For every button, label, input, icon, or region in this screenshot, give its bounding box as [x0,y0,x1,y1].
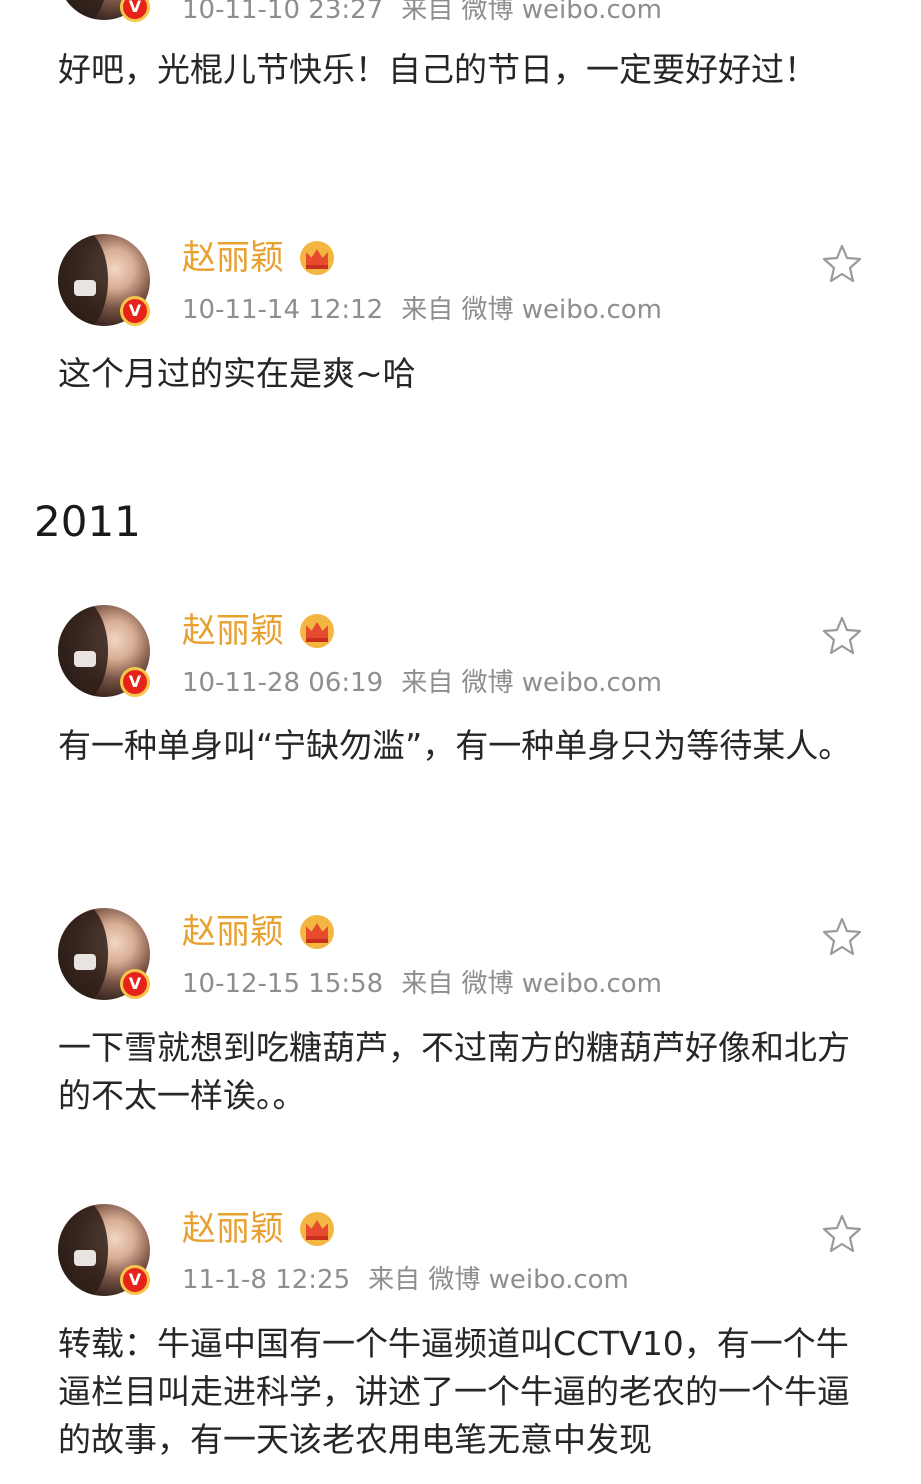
post-source[interactable]: 来自 微博 weibo.com [368,1265,629,1295]
vip-crown-icon [300,614,334,648]
author-name[interactable]: 赵丽颖 [182,611,284,651]
post-text: 这个月过的实在是爽~哈 [58,354,416,393]
verified-badge-icon: V [120,667,150,697]
favorite-star-icon[interactable] [822,243,862,283]
vip-crown-icon [300,1212,334,1246]
vip-crown-icon [300,241,334,275]
verified-badge-icon: V [120,0,150,22]
favorite-star-icon[interactable] [822,1213,862,1253]
verified-badge-icon: V [120,969,150,999]
post-time: 10-12-15 15:58 [182,969,384,999]
post-text: 好吧，光棍儿节快乐！自己的节日，一定要好好过！ [58,50,817,89]
post-meta: 11-1-8 12:25 来自 微博 weibo.com [182,1264,629,1296]
author-name[interactable]: 赵丽颖 [182,238,284,278]
post-source[interactable]: 来自 微博 weibo.com [401,295,662,325]
post-meta: 10-12-15 15:58 来自 微博 weibo.com [182,968,662,1000]
post-meta: 10-11-10 23:27 来自 微博 weibo.com [182,0,662,26]
post-text: 一下雪就想到吃糖葫芦，不过南方的糖葫芦好像和北方的不太一样诶。。 [58,1028,850,1115]
favorite-star-icon[interactable] [822,916,862,956]
author-name[interactable]: 赵丽颖 [182,912,284,952]
post-time: 10-11-28 06:19 [182,668,384,698]
verified-badge-icon: V [120,1265,150,1295]
post-meta: 10-11-14 12:12 来自 微博 weibo.com [182,294,662,326]
favorite-star-icon[interactable] [822,615,862,655]
post-source[interactable]: 来自 微博 weibo.com [401,0,662,25]
year-divider: 2011 [34,497,141,546]
post-source[interactable]: 来自 微博 weibo.com [401,668,662,698]
vip-crown-icon [300,915,334,949]
post-source[interactable]: 来自 微博 weibo.com [401,969,662,999]
post-meta: 10-11-28 06:19 来自 微博 weibo.com [182,667,662,699]
post-time: 11-1-8 12:25 [182,1265,351,1295]
post-time: 10-11-14 12:12 [182,295,384,325]
post-time: 10-11-10 23:27 [182,0,384,25]
verified-badge-icon: V [120,296,150,326]
post-text: 转载：牛逼中国有一个牛逼频道叫CCTV10，有一个牛逼栏目叫走进科学，讲述了一个… [58,1324,850,1459]
post-text: 有一种单身叫“宁缺勿滥”，有一种单身只为等待某人。 [58,726,852,765]
author-name[interactable]: 赵丽颖 [182,1209,284,1249]
